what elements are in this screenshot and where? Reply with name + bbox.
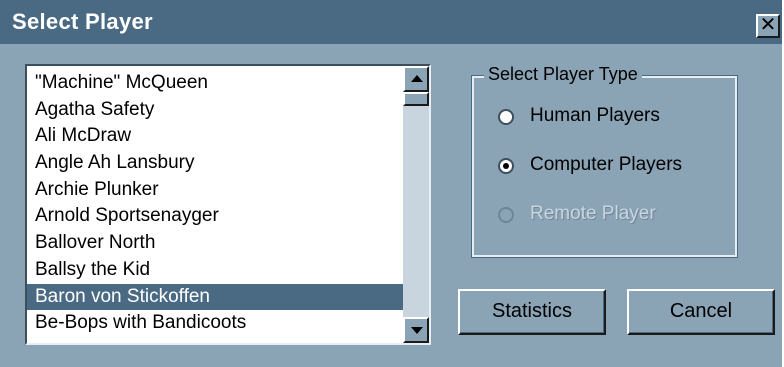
list-item[interactable]: Arnold Sportsenayger: [27, 203, 403, 230]
list-item[interactable]: "Machine" McQueen: [27, 70, 403, 97]
cancel-button[interactable]: Cancel: [627, 289, 775, 335]
radio-label: Remote Player: [530, 203, 656, 224]
radio-button[interactable]: [498, 158, 514, 174]
scroll-down-button[interactable]: [403, 317, 429, 343]
radio-label: Computer Players: [530, 154, 683, 175]
radio-label: Human Players: [530, 105, 660, 126]
list-item[interactable]: Agatha Safety: [27, 97, 403, 124]
player-listbox[interactable]: "Machine" McQueen Agatha Safety Ali McDraw…: [25, 64, 431, 345]
scroll-up-button[interactable]: [403, 66, 429, 92]
list-item[interactable]: Ballsy the Kid: [27, 257, 403, 284]
select-player-dialog: Select Player ✕ "Machine" McQueen Agatha …: [0, 0, 782, 367]
scroll-down-arrow-icon: [411, 327, 423, 334]
dialog-title: Select Player: [12, 9, 153, 34]
close-icon: ✕: [759, 14, 777, 36]
list-scrollbar[interactable]: [403, 66, 429, 343]
radio-button[interactable]: [498, 109, 514, 125]
scroll-up-arrow-icon: [411, 75, 423, 82]
list-item[interactable]: Baron von Stickoffen: [27, 283, 403, 311]
list-item[interactable]: Archie Plunker: [27, 177, 403, 204]
player-type-legend: Select Player Type: [484, 64, 642, 85]
list-item[interactable]: Angle Ah Lansbury: [27, 150, 403, 177]
radio-checked-dot: [503, 163, 509, 169]
list-item[interactable]: Ali McDraw: [27, 123, 403, 150]
radio-button[interactable]: [498, 207, 514, 223]
scroll-thumb[interactable]: [403, 92, 429, 106]
statistics-button[interactable]: Statistics: [458, 289, 606, 335]
list-item[interactable]: Ballover North: [27, 230, 403, 257]
list-item[interactable]: Be-Bops with Bandicoots: [27, 310, 403, 337]
title-bar[interactable]: Select Player ✕: [0, 0, 782, 44]
player-list: "Machine" McQueen Agatha Safety Ali McDraw…: [27, 70, 403, 337]
close-button[interactable]: ✕: [756, 14, 780, 38]
